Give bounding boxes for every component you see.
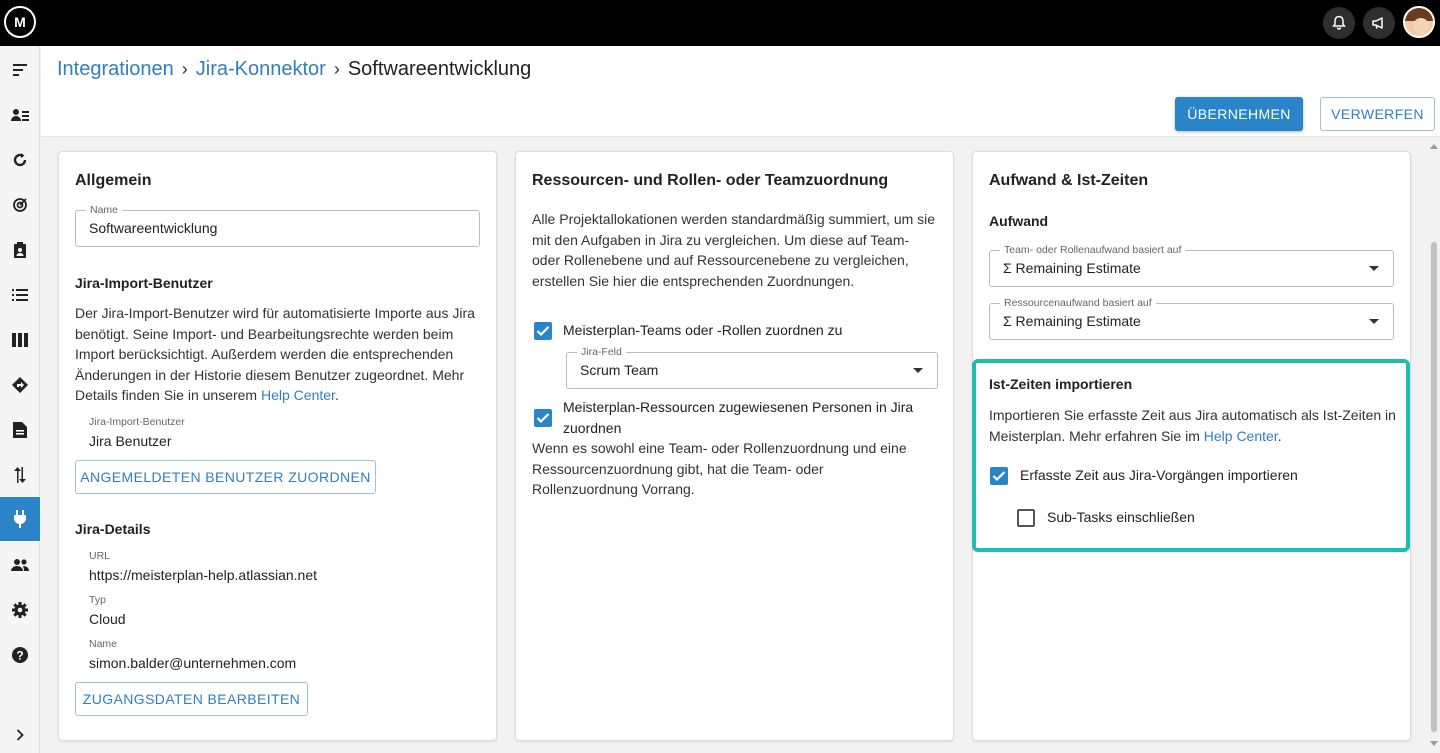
chevron-right-icon: › <box>181 59 188 79</box>
gear-icon[interactable] <box>0 588 40 632</box>
sync-icon[interactable] <box>0 453 40 497</box>
map-teams-checkbox[interactable] <box>534 322 552 340</box>
account-name-label: Name <box>89 638 118 650</box>
list-icon[interactable] <box>0 273 40 317</box>
resource-mapping-card: Ressourcen- und Rollen- oder Teamzuordnu… <box>515 151 954 741</box>
name-field[interactable]: Name Softwareentwicklung <box>75 204 480 247</box>
url-label: URL <box>89 550 111 562</box>
import-user-description: Der Jira-Import-Benutzer wird für automa… <box>75 305 475 403</box>
chevron-right-icon: › <box>333 59 340 79</box>
breadcrumb-link-integrations[interactable]: Integrationen <box>57 58 174 81</box>
people-icon[interactable] <box>0 543 40 587</box>
jira-field-select[interactable]: Jira-Feld Scrum Team <box>566 346 938 389</box>
breadcrumb-link-jira-connector[interactable]: Jira-Konnektor <box>196 58 326 81</box>
jira-url-link[interactable]: https://meisterplan-help.atlassian.net <box>89 567 317 583</box>
roadmap-icon[interactable] <box>0 363 40 407</box>
discard-button[interactable]: VERWERFEN <box>1320 97 1435 131</box>
columns-icon[interactable] <box>0 318 40 362</box>
dropdown-arrow-icon <box>913 368 923 373</box>
bell-icon[interactable] <box>1323 7 1355 39</box>
account-name-value: simon.balder@unternehmen.com <box>89 655 297 671</box>
scroll-down-icon[interactable] <box>1430 741 1438 746</box>
effort-subtitle: Aufwand <box>989 213 1049 229</box>
resource-effort-label: Ressourcenaufwand basiert auf <box>1000 297 1156 309</box>
svg-text:?: ? <box>16 649 23 663</box>
map-resources-checkbox[interactable] <box>534 409 552 427</box>
map-teams-label: Meisterplan-Teams oder -Rollen zuordnen … <box>563 322 843 338</box>
dropdown-arrow-icon <box>1369 319 1379 324</box>
map-resources-label: Meisterplan-Ressourcen zugewiesenen Pers… <box>563 399 914 436</box>
expand-chevron-icon[interactable] <box>0 713 40 753</box>
actuals-highlight-frame <box>972 359 1410 552</box>
assign-logged-in-user-button[interactable]: ANGEMELDETEN BENUTZER ZUORDNEN <box>75 460 376 494</box>
dropdown-arrow-icon <box>1369 266 1379 271</box>
page-scrollbar[interactable] <box>1427 137 1440 753</box>
help-center-link[interactable]: Help Center <box>261 387 335 403</box>
effort-card-title: Aufwand & Ist-Zeiten <box>989 172 1149 189</box>
general-card-title: Allgemein <box>75 172 152 189</box>
type-value: Cloud <box>89 611 126 627</box>
name-field-value: Softwareentwicklung <box>89 220 218 236</box>
portfolio-icon[interactable] <box>0 93 40 137</box>
checkmark-icon <box>536 413 550 424</box>
general-card: Allgemein Name Softwareentwicklung Jira-… <box>58 151 497 741</box>
user-avatar[interactable] <box>1403 6 1435 38</box>
top-bar: M <box>0 0 1440 46</box>
name-field-label: Name <box>86 204 123 216</box>
edit-credentials-button[interactable]: ZUGANGSDATEN BEARBEITEN <box>75 682 308 716</box>
team-effort-select[interactable]: Team- oder Rollenaufwand basiert auf Σ R… <box>989 244 1394 287</box>
refresh-icon[interactable] <box>0 138 40 182</box>
clipboard-icon[interactable] <box>0 228 40 272</box>
type-label: Typ <box>89 594 106 606</box>
jira-field-value: Scrum Team <box>580 362 659 378</box>
jira-details-title: Jira-Details <box>75 521 151 537</box>
import-user-title: Jira-Import-Benutzer <box>75 275 213 291</box>
resource-effort-value: Σ Remaining Estimate <box>1003 313 1141 329</box>
resource-mapping-description: Alle Projektallokationen werden standard… <box>532 211 936 289</box>
resource-effort-select[interactable]: Ressourcenaufwand basiert auf Σ Remainin… <box>989 297 1394 340</box>
megaphone-icon[interactable] <box>1363 7 1395 39</box>
import-user-label: Jira-Import-Benutzer <box>89 416 185 428</box>
plug-icon[interactable] <box>0 497 40 541</box>
scroll-thumb[interactable] <box>1431 242 1437 732</box>
priority-note: Wenn es sowohl eine Team- oder Rollenzuo… <box>532 440 907 497</box>
help-icon[interactable]: ? <box>0 633 40 677</box>
resource-mapping-title: Ressourcen- und Rollen- oder Teamzuordnu… <box>532 172 889 189</box>
target-icon[interactable] <box>0 183 40 227</box>
import-user-value: Jira Benutzer <box>89 433 172 449</box>
breadcrumb: Integrationen › Jira-Konnektor › Softwar… <box>57 58 531 81</box>
meisterplan-logo[interactable]: M <box>4 6 36 38</box>
scroll-up-icon[interactable] <box>1430 144 1438 149</box>
apply-button[interactable]: ÜBERNEHMEN <box>1175 97 1303 131</box>
sidebar: ? <box>0 46 40 753</box>
checkmark-icon <box>536 326 550 337</box>
breadcrumb-current: Softwareentwicklung <box>347 58 532 80</box>
page-header: Integrationen › Jira-Konnektor › Softwar… <box>41 46 1440 137</box>
team-effort-label: Team- oder Rollenaufwand basiert auf <box>1000 244 1186 256</box>
menu-icon[interactable] <box>0 48 40 92</box>
document-icon[interactable] <box>0 408 40 452</box>
jira-field-label: Jira-Feld <box>577 346 626 358</box>
team-effort-value: Σ Remaining Estimate <box>1003 260 1141 276</box>
